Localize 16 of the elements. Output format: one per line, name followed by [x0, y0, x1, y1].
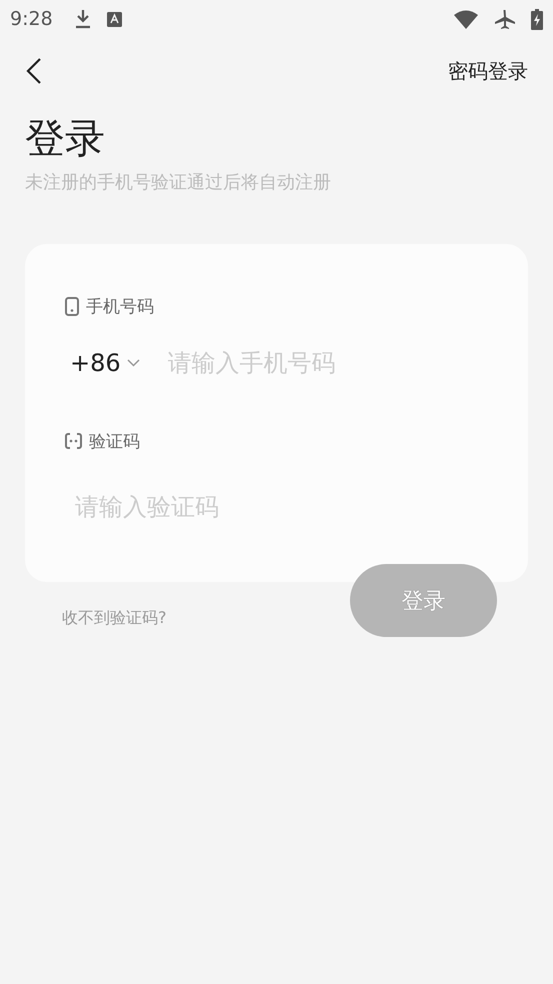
phone-icon: [65, 296, 79, 316]
chevron-down-icon: [126, 359, 140, 367]
back-icon[interactable]: [25, 57, 43, 85]
subtitle: 未注册的手机号验证通过后将自动注册: [25, 171, 332, 194]
page-title: 登录: [25, 115, 106, 164]
airplane-icon: [494, 8, 515, 30]
battery-icon: [531, 8, 543, 30]
code-label: 验证码: [89, 430, 140, 452]
code-icon: [65, 433, 82, 449]
keyboard-icon: [106, 12, 122, 26]
wifi-icon: [454, 10, 478, 28]
download-icon: [74, 9, 91, 29]
password-login-link[interactable]: 密码登录: [448, 58, 528, 84]
status-time: 9:28: [10, 8, 53, 30]
country-code-dropdown[interactable]: +86: [65, 349, 140, 377]
phone-label: 手机号码: [86, 296, 154, 318]
